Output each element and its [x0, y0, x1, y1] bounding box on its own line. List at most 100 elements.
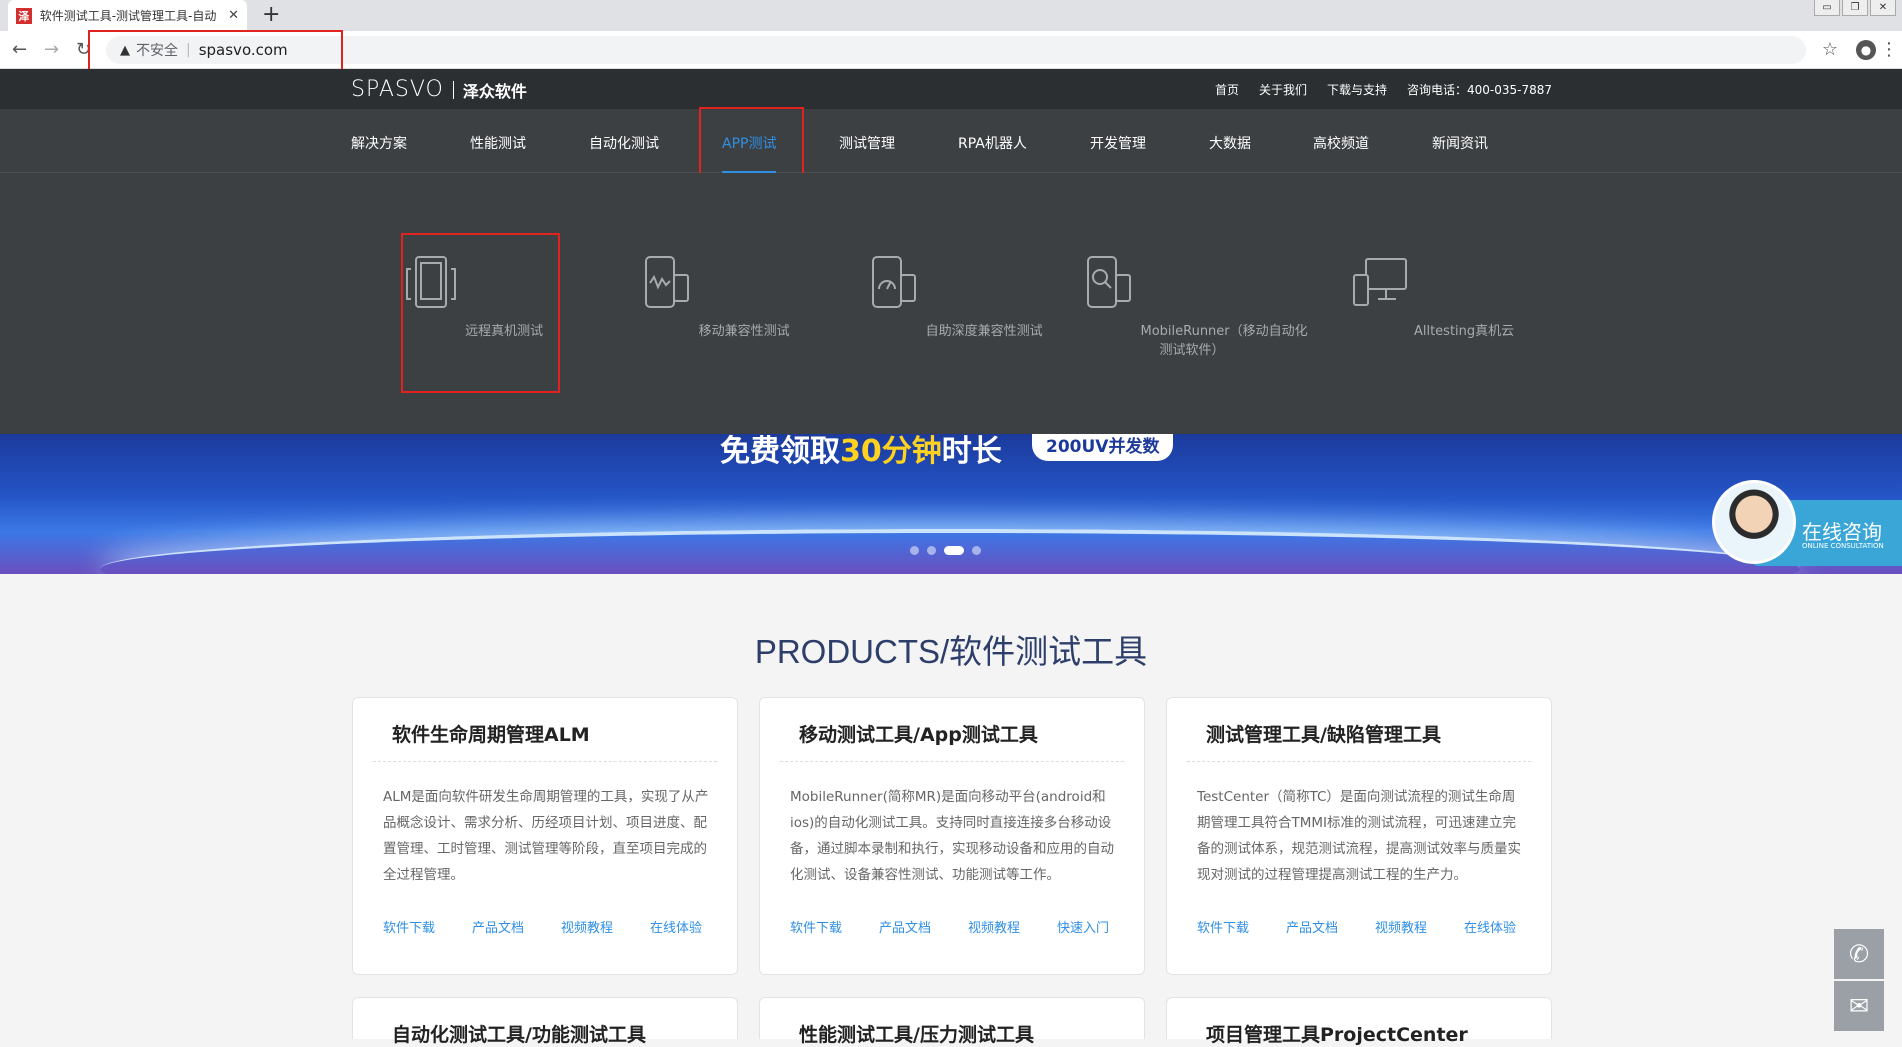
nav-item-rpa[interactable]: RPA机器人	[958, 133, 1027, 153]
link-video[interactable]: 视频教程	[968, 917, 1057, 936]
banner-headline: 免费领取30分钟时长	[720, 434, 1002, 470]
menu-kebab-icon[interactable]: ⋮	[1880, 39, 1898, 60]
carousel-dots	[910, 546, 981, 555]
site-top-bar: SPASVO 泽众软件 首页 关于我们 下载与支持 咨询电话：400-035-7…	[0, 69, 1902, 109]
nav-item-university[interactable]: 高校频道	[1313, 133, 1369, 153]
product-card-projectcenter: 项目管理工具ProjectCenter	[1166, 997, 1552, 1046]
online-consult-button[interactable]: 在线咨询 ONLINE CONSULTATION	[1712, 480, 1902, 566]
dropdown-item-mobile-compat[interactable]: 移动兼容性测试	[592, 253, 832, 339]
card-description: TestCenter（简称TC）是面向测试流程的测试生命周期管理工具符合TMMI…	[1197, 789, 1521, 883]
consult-title: 在线咨询	[1802, 520, 1882, 544]
card-title[interactable]: 自动化测试工具/功能测试工具	[392, 1020, 646, 1047]
card-divider	[373, 761, 717, 762]
product-card-alm: 软件生命周期管理ALM ALM是面向软件研发生命周期管理的工具，实现了从产品概念…	[352, 697, 738, 975]
back-arrow-icon[interactable]: ←	[12, 39, 27, 60]
link-video[interactable]: 视频教程	[561, 917, 650, 936]
product-card-performance: 性能测试工具/压力测试工具	[759, 997, 1145, 1046]
chat-bubble-icon[interactable]: ✉	[1834, 981, 1884, 1031]
banner-text-suffix: 时长	[941, 434, 1002, 469]
link-quickstart[interactable]: 快速入门	[1057, 917, 1146, 936]
card-links: 软件下载 产品文档 视频教程 快速入门	[790, 917, 1146, 936]
link-docs[interactable]: 产品文档	[472, 917, 561, 936]
tab-title: 软件测试工具-测试管理工具-自动	[39, 9, 217, 23]
nav-item-bigdata[interactable]: 大数据	[1209, 133, 1251, 153]
card-title[interactable]: 移动测试工具/App测试工具	[799, 720, 1038, 747]
wechat-icon[interactable]: ✆	[1834, 929, 1884, 979]
dropdown-item-label: MobileRunner（移动自动化测试软件）	[1140, 324, 1308, 358]
carousel-dot[interactable]	[972, 546, 981, 555]
nav-item-test-management[interactable]: 测试管理	[839, 133, 895, 153]
banner-pill: 200UV并发数	[1032, 434, 1174, 461]
nav-item-news[interactable]: 新闻资讯	[1432, 133, 1488, 153]
phone-gauge-icon	[872, 256, 917, 308]
top-link-download[interactable]: 下载与支持	[1327, 81, 1387, 98]
dropdown-item-alltesting[interactable]: Alltesting真机云	[1312, 253, 1552, 339]
carousel-dot[interactable]	[927, 546, 936, 555]
devices-cloud-icon	[1352, 258, 1407, 306]
nav-item-automation[interactable]: 自动化测试	[589, 133, 659, 153]
logo-divider	[452, 80, 454, 99]
card-description: MobileRunner(简称MR)是面向移动平台(android和ios)的自…	[790, 789, 1114, 883]
hero-banner[interactable]: 免费领取30分钟时长 200UV并发数	[0, 434, 1902, 574]
banner-text-prefix: 免费领取	[720, 434, 840, 469]
dropdown-item-label: 自助深度兼容性测试	[925, 324, 1043, 339]
card-title[interactable]: 项目管理工具ProjectCenter	[1206, 1020, 1468, 1047]
link-download[interactable]: 软件下载	[383, 917, 472, 936]
app-testing-dropdown: 远程真机测试 移动兼容性测试 自助深度兼容性测试 MobileRunner（移动…	[0, 173, 1902, 434]
dropdown-item-deep-compat[interactable]: 自助深度兼容性测试	[832, 253, 1072, 339]
phone-search-icon	[1087, 256, 1132, 308]
window-close-icon[interactable]: ✕	[1870, 0, 1896, 16]
dropdown-item-mobilerunner[interactable]: MobileRunner（移动自动化测试软件）	[1072, 253, 1312, 358]
card-divider	[1187, 761, 1531, 762]
product-card-testcenter: 测试管理工具/缺陷管理工具 TestCenter（简称TC）是面向测试流程的测试…	[1166, 697, 1552, 975]
tab-close-icon[interactable]: ✕	[228, 8, 239, 23]
products-heading: PRODUCTS/软件测试工具	[754, 633, 1148, 670]
top-links: 首页 关于我们 下载与支持 咨询电话：400-035-7887	[1215, 81, 1552, 98]
window-controls: ▭ ❐ ✕	[1814, 0, 1896, 16]
link-download[interactable]: 软件下载	[790, 917, 879, 936]
dropdown-item-label: 移动兼容性测试	[698, 324, 790, 339]
agent-avatar	[1712, 480, 1796, 564]
top-link-about[interactable]: 关于我们	[1259, 81, 1307, 98]
link-docs[interactable]: 产品文档	[1286, 917, 1375, 936]
nav-item-solutions[interactable]: 解决方案	[351, 133, 407, 153]
carousel-dot-active[interactable]	[944, 546, 964, 555]
consult-subtitle: ONLINE CONSULTATION	[1802, 542, 1884, 550]
phone-wave-icon	[645, 256, 690, 308]
annotation-box-dropdown	[401, 233, 560, 393]
link-docs[interactable]: 产品文档	[879, 917, 968, 936]
logo-text: SPASVO	[351, 77, 444, 102]
restore-icon[interactable]: ❐	[1842, 0, 1868, 16]
card-description: ALM是面向软件研发生命周期管理的工具，实现了从产品概念设计、需求分析、历经项目…	[383, 789, 709, 883]
new-tab-button[interactable]: +	[262, 2, 280, 28]
banner-text-highlight: 30分钟	[840, 434, 942, 469]
link-download[interactable]: 软件下载	[1197, 917, 1286, 936]
card-title[interactable]: 性能测试工具/压力测试工具	[799, 1020, 1034, 1047]
logo-cn-text: 泽众软件	[462, 81, 527, 101]
top-link-phone: 咨询电话：400-035-7887	[1406, 83, 1552, 97]
card-divider	[780, 761, 1124, 762]
site-favicon-icon: 泽	[16, 7, 32, 24]
nav-item-performance[interactable]: 性能测试	[470, 133, 526, 153]
profile-avatar-icon[interactable]: ●	[1856, 40, 1876, 60]
url-input[interactable]: ▲ 不安全 | spasvo.com	[106, 36, 1806, 64]
site-logo[interactable]: SPASVO 泽众软件	[351, 77, 527, 102]
card-title[interactable]: 软件生命周期管理ALM	[392, 720, 590, 747]
link-video[interactable]: 视频教程	[1375, 917, 1464, 936]
product-card-automation: 自动化测试工具/功能测试工具	[352, 997, 738, 1046]
card-links: 软件下载 产品文档 视频教程 在线体验	[383, 917, 739, 936]
dropdown-item-label: Alltesting真机云	[1413, 324, 1515, 339]
browser-tab[interactable]: 泽 软件测试工具-测试管理工具-自动 ✕	[8, 0, 247, 31]
link-trial[interactable]: 在线体验	[1464, 917, 1553, 936]
bookmark-star-icon[interactable]: ☆	[1822, 39, 1838, 60]
card-links: 软件下载 产品文档 视频教程 在线体验	[1197, 917, 1553, 936]
minimize-icon[interactable]: ▭	[1814, 0, 1840, 16]
browser-tab-bar: 泽 软件测试工具-测试管理工具-自动 ✕ + ▭ ❐ ✕	[0, 0, 1902, 31]
top-link-home[interactable]: 首页	[1215, 81, 1239, 98]
forward-arrow-icon[interactable]: →	[44, 39, 59, 60]
product-card-mobile: 移动测试工具/App测试工具 MobileRunner(简称MR)是面向移动平台…	[759, 697, 1145, 975]
link-trial[interactable]: 在线体验	[650, 917, 739, 936]
card-title[interactable]: 测试管理工具/缺陷管理工具	[1206, 720, 1441, 747]
carousel-dot[interactable]	[910, 546, 919, 555]
nav-item-dev-management[interactable]: 开发管理	[1090, 133, 1146, 153]
